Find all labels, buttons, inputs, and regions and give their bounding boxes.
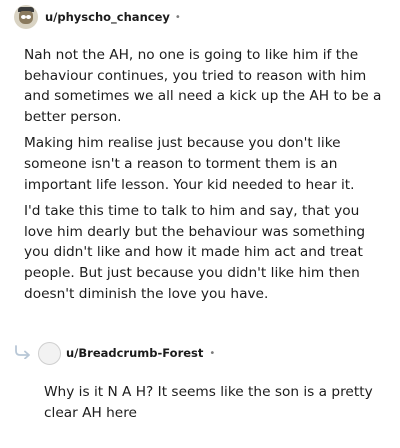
comment-header: u/physcho_chancey • xyxy=(14,5,181,29)
separator-dot: • xyxy=(174,11,181,23)
comment-username[interactable]: u/physcho_chancey xyxy=(45,10,170,24)
reply-header: u/Breadcrumb-Forest • xyxy=(66,344,215,362)
comment-paragraph: Making him realise just because you don'… xyxy=(24,135,355,193)
reply-username[interactable]: u/Breadcrumb-Forest xyxy=(66,346,203,360)
default-avatar-icon[interactable] xyxy=(38,342,61,365)
user-avatar-icon[interactable] xyxy=(14,5,38,29)
reply-arrow-icon xyxy=(15,345,30,359)
comment-paragraph: I'd take this time to talk to him and sa… xyxy=(24,203,366,302)
comment-body: Nah not the AH, no one is going to like … xyxy=(24,45,384,310)
comment-paragraph: Nah not the AH, no one is going to like … xyxy=(24,47,382,125)
separator-dot: • xyxy=(209,347,216,359)
reply-body: Why is it N A H? It seems like the son i… xyxy=(44,384,373,421)
